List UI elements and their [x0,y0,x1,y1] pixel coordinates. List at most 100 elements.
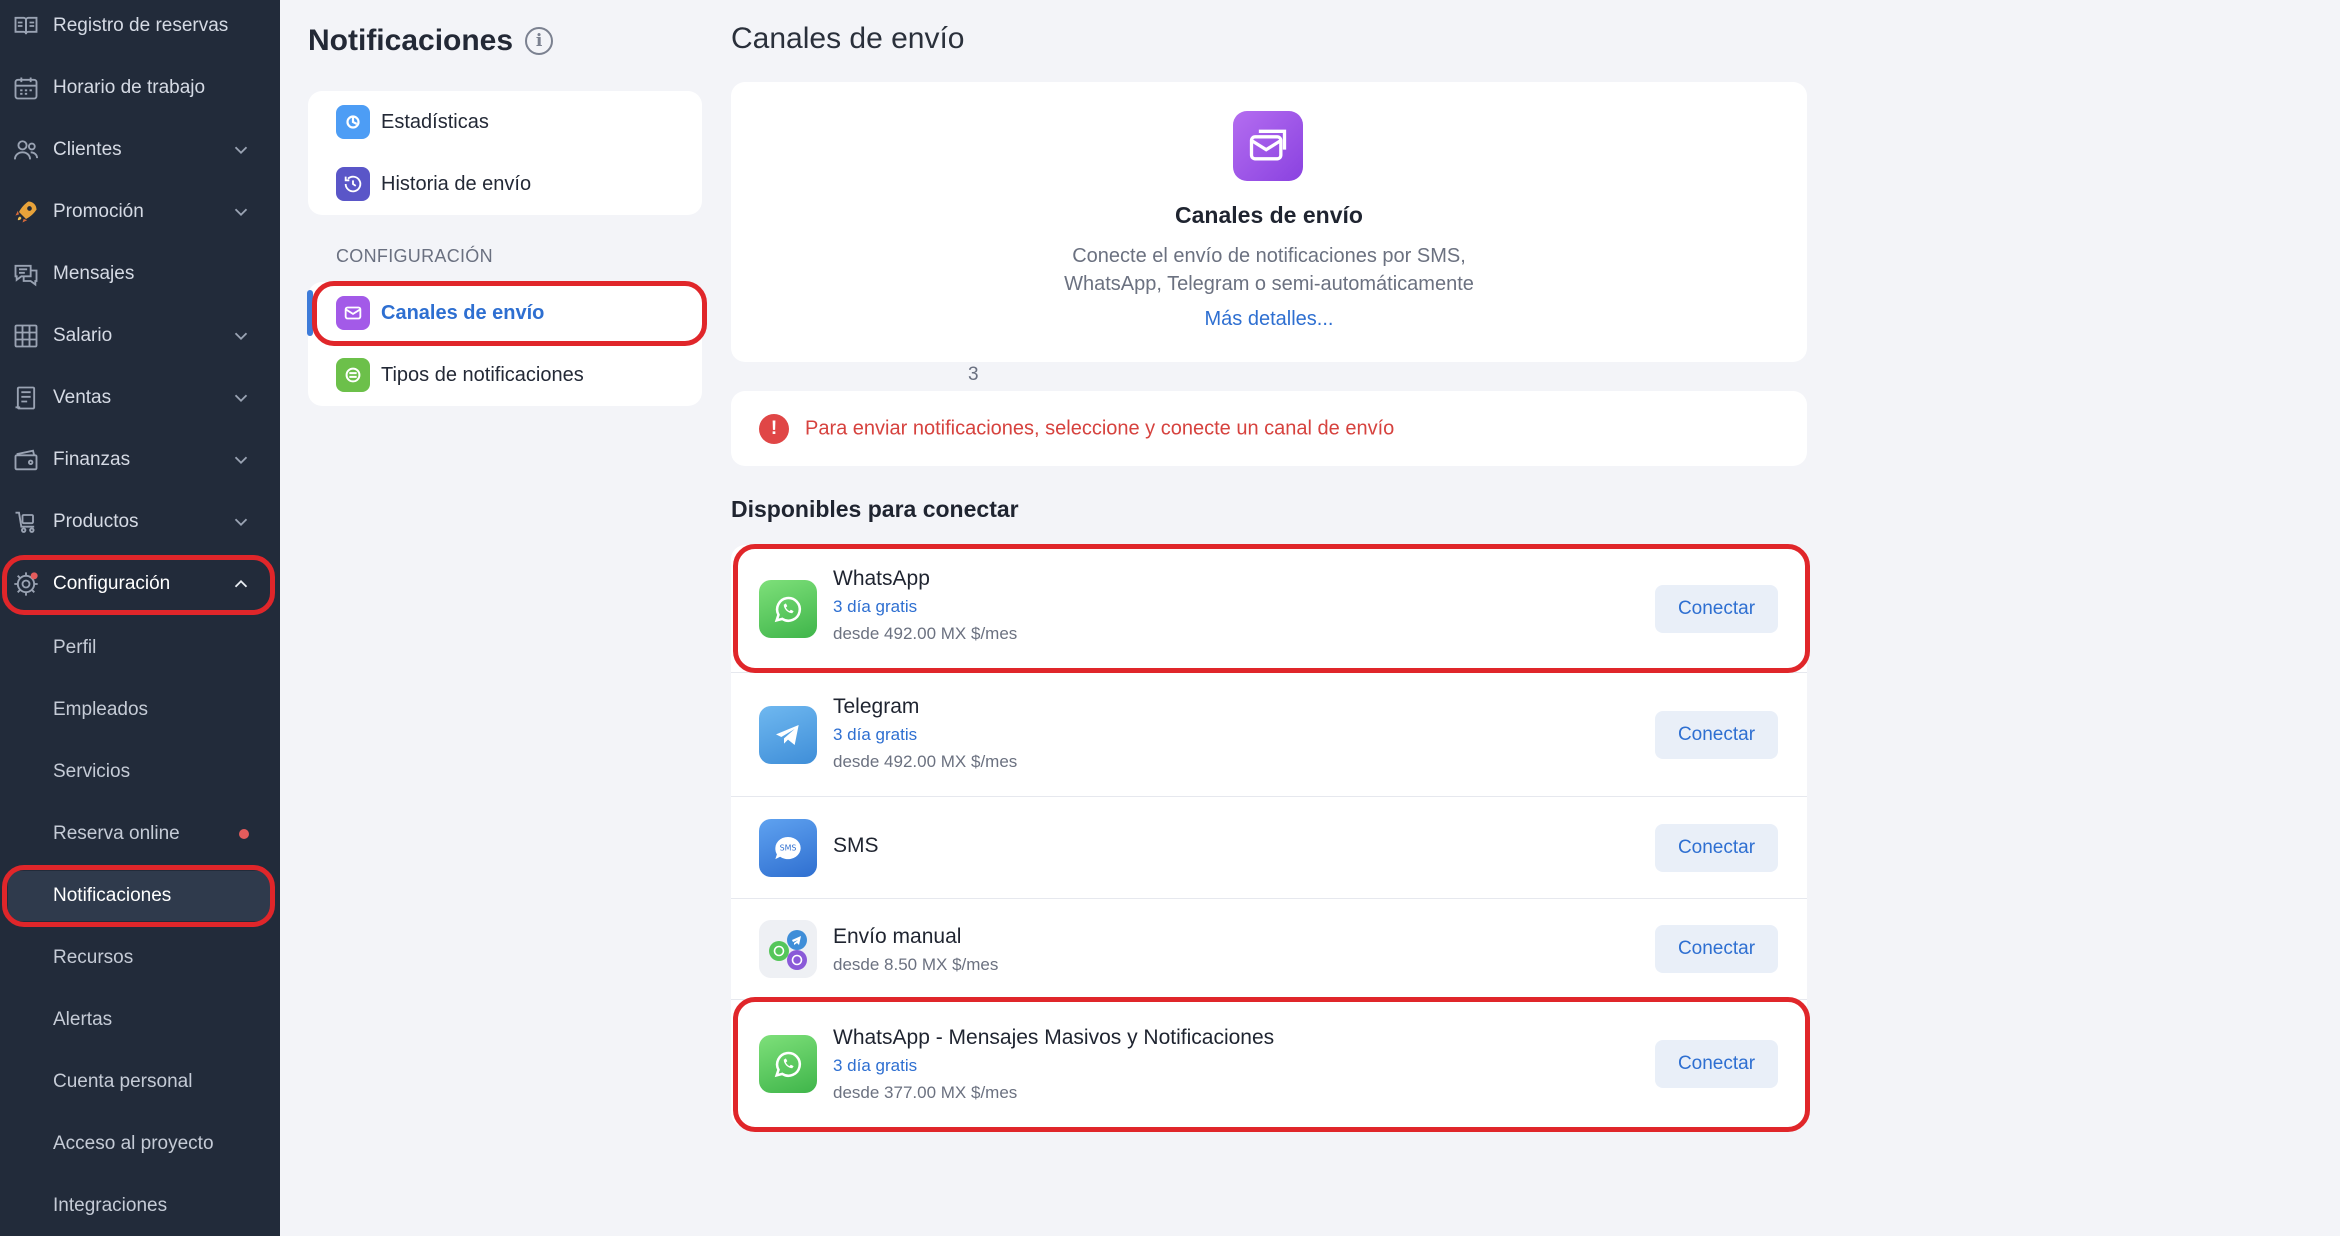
whatsapp-icon [759,579,817,638]
error-icon: ! [759,413,789,444]
channel-price: desde 492.00 MX $/mes [833,624,1018,643]
sidebar-item-label: Clientes [53,139,122,160]
connect-button[interactable]: Conectar [1655,1039,1778,1088]
connect-button[interactable]: Conectar [1655,710,1778,759]
notification-dot [239,829,249,839]
menu-item-label: Estadísticas [381,110,489,133]
menu-item-label: Historia de envío [381,172,532,195]
sidebar-item-label: Registro de reservas [53,15,229,36]
channel-name: WhatsApp - Mensajes Masivos y Notificaci… [833,1026,1275,1049]
sidebar-item-label: Promoción [53,201,144,222]
chevron-down-icon [234,456,248,465]
sidebar-subitem-cuenta-personal[interactable]: Cuenta personal [0,1051,280,1113]
sidebar-subitem-label: Alertas [53,1009,113,1030]
menu-item-historia[interactable]: Historia de envío [308,153,702,215]
users-icon [11,135,41,165]
chevron-down-icon [234,394,248,403]
connect-button[interactable]: Conectar [1655,823,1778,872]
sidebar-item-productos[interactable]: Productos [0,491,280,553]
sidebar-item-finanzas[interactable]: Finanzas [0,429,280,491]
mail-channels-icon [1233,111,1303,181]
whatsapp-icon [759,1034,817,1093]
notification-types-icon [336,358,370,392]
active-indicator [307,290,313,336]
chevron-down-icon [234,208,248,217]
sidebar-item-registro[interactable]: Registro de reservas [0,0,280,57]
sidebar-item-salario[interactable]: Salario [0,305,280,367]
sidebar-subitem-perfil[interactable]: Perfil [0,617,280,679]
channel-row-telegram: Telegram 3 día gratis desde 492.00 MX $/… [731,673,1807,796]
sidebar-subitem-label: Acceso al proyecto [53,1133,214,1154]
channel-name: WhatsApp [833,567,930,590]
channel-row-manual: Envío manual desde 8.50 MX $/mes Conecta… [731,899,1807,999]
notifications-menu-top: Estadísticas Historia de envío [308,91,702,215]
section-label-configuracion: CONFIGURACIÓN [336,246,493,266]
telegram-icon [759,705,817,764]
table-icon [11,321,41,351]
hero-description: Conecte el envío de notificaciones por S… [731,242,1807,298]
mail-channels-icon [336,296,370,330]
rocket-icon [11,197,41,227]
sidebar: Registro de reservas Horario de trabajo … [0,0,280,1236]
hero-title: Canales de envío [1175,202,1363,228]
sms-icon-label: SMS [780,843,797,852]
channel-row-whatsapp-masivos: WhatsApp - Mensajes Masivos y Notificaci… [731,1000,1807,1127]
manual-send-icon [759,920,817,978]
sidebar-subitem-reserva-online[interactable]: Reserva online [0,803,280,865]
stats-icon [336,105,370,139]
channel-trial: 3 día gratis [833,597,918,616]
chevron-down-icon [234,518,248,527]
sidebar-subitem-label: Reserva online [53,823,180,844]
chevron-up-icon [234,579,248,588]
money-icon [11,445,41,475]
sidebar-item-label: Horario de trabajo [53,77,206,98]
chat-icon [11,259,41,289]
book-icon [11,11,41,41]
notifications-title: Notificaciones i [308,24,554,58]
menu-item-canales-envio[interactable]: Canales de envío ! [308,282,982,344]
sidebar-subitem-recursos[interactable]: Recursos [0,927,280,989]
channel-row-sms: SMS SMS Conectar [731,797,1807,898]
notifications-title-text: Notificaciones [308,24,514,57]
menu-item-label: Tipos de notificaciones [381,363,584,386]
sidebar-subitem-label: Empleados [53,699,149,720]
warning-banner: ! Para enviar notificaciones, seleccione… [731,391,1807,466]
hero-card: Canales de envío Conecte el envío de not… [731,82,1807,362]
sidebar-item-label: Configuración [53,573,171,594]
menu-item-tipos-notificaciones[interactable]: Tipos de notificaciones 3 [308,344,979,406]
channel-trial: 3 día gratis [833,1056,918,1075]
sidebar-subitem-acceso-proyecto[interactable]: Acceso al proyecto [0,1113,280,1175]
sidebar-item-promocion[interactable]: Promoción [0,181,280,243]
sidebar-subitem-label: Recursos [53,947,134,968]
warning-text: Para enviar notificaciones, seleccione y… [805,417,1395,439]
sidebar-item-label: Productos [53,511,139,532]
more-details-link[interactable]: Más detalles... [731,308,1807,331]
sidebar-item-label: Finanzas [53,449,131,470]
sidebar-item-ventas[interactable]: Ventas [0,367,280,429]
page-title: Canales de envío [731,22,965,55]
menu-item-estadisticas[interactable]: Estadísticas [308,91,702,153]
sidebar-item-horario[interactable]: Horario de trabajo [0,57,280,119]
connect-button[interactable]: Conectar [1655,925,1778,973]
sidebar-item-mensajes[interactable]: Mensajes [0,243,280,305]
info-icon[interactable]: i [525,27,554,55]
sidebar-subitem-label: Servicios [53,761,131,782]
cart-icon [11,507,41,537]
sidebar-subitem-empleados[interactable]: Empleados [0,679,280,741]
sidebar-subitem-label: Perfil [53,637,97,658]
channel-name: Envío manual [833,925,962,948]
sidebar-subitem-label: Integraciones [53,1195,168,1216]
sidebar-subitem-servicios[interactable]: Servicios [0,741,280,803]
sidebar-item-clientes[interactable]: Clientes [0,119,280,181]
hero-description-line: Conecte el envío de notificaciones por S… [1072,245,1466,267]
sidebar-subitem-integraciones[interactable]: Integraciones [0,1175,280,1236]
available-title: Disponibles para conectar [731,496,1019,522]
sidebar-subitem-alertas[interactable]: Alertas [0,989,280,1051]
sidebar-subitem-notificaciones[interactable]: Notificaciones [0,865,280,927]
sidebar-item-configuracion[interactable]: Configuración [0,553,280,615]
chevron-down-icon [234,332,248,341]
connect-button[interactable]: Conectar [1655,584,1778,633]
history-icon [336,167,370,201]
gear-icon [11,569,41,599]
sidebar-item-label: Ventas [53,387,112,408]
